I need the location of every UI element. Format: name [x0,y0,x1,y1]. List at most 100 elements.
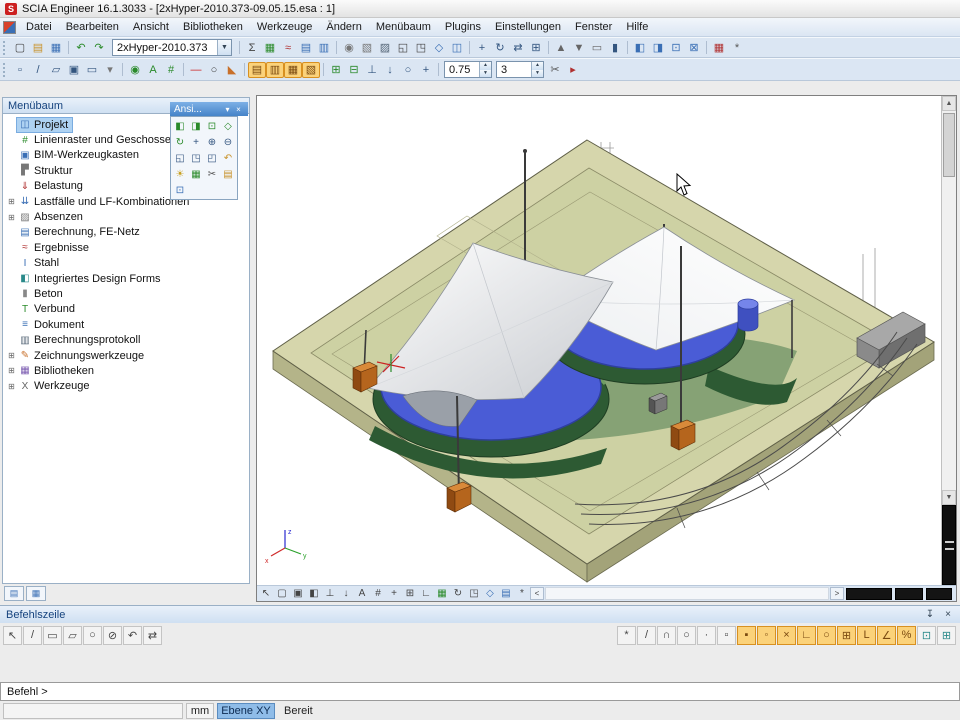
results-icon[interactable]: ≈ [279,40,297,56]
scroll-down-icon[interactable]: ▼ [942,490,956,505]
previous-view-icon[interactable]: ↶ [220,150,236,166]
command-input[interactable]: Befehl > [0,682,960,701]
menu-werkzeuge[interactable]: Werkzeuge [250,19,319,35]
light-icon[interactable]: ☀ [172,166,188,182]
activity-icon[interactable]: ◉ [340,40,358,56]
zoom-window-icon[interactable]: ◱ [394,40,412,56]
snap-node-icon[interactable]: ▫ [717,626,736,645]
color-settings-icon[interactable]: ▦ [710,40,728,56]
snap-circle-icon[interactable]: ○ [677,626,696,645]
separator[interactable] [180,62,187,78]
section-view-icon[interactable]: ▧ [302,62,320,78]
view-front-icon[interactable]: ◧ [172,118,188,134]
print-view-icon[interactable]: ▤ [498,587,514,601]
model-canvas[interactable]: z x y [257,96,941,585]
calculation-icon[interactable]: Σ [243,40,261,56]
separator[interactable] [241,62,248,78]
toolbar-grip[interactable] [3,41,8,55]
tree-item-absenzen[interactable]: ⊞ ▨ Absenzen [3,209,249,224]
pointer-icon[interactable]: ↖ [3,626,22,645]
expand-icon[interactable]: ⊞ [6,366,17,375]
toolbar-grip[interactable] [3,63,8,77]
tree-item-zeichnungswerkzeuge[interactable]: ⊞ ✎ Zeichnungswerkzeuge [3,348,249,363]
separator[interactable] [435,62,442,78]
layer-manager-icon[interactable]: ▤ [248,62,266,78]
snap-angle-icon[interactable]: ∠ [877,626,896,645]
palette-dropdown-icon[interactable]: ▾ [222,105,233,114]
zoom-selection-icon[interactable]: ◰ [204,150,220,166]
count-combo[interactable]: 3 ▲▼ [496,61,544,78]
expand-icon[interactable]: ⊞ [6,213,17,222]
mesh-refinement-icon[interactable]: ⊟ [345,62,363,78]
layers-icon[interactable]: ▧ [358,40,376,56]
zoom-all-icon[interactable]: ◳ [412,40,430,56]
print-screen-icon[interactable]: ⊡ [172,182,188,198]
zoom-in-icon[interactable]: ⊕ [204,134,220,150]
snap-midpoint-icon[interactable]: ◦ [757,626,776,645]
show-loads-icon[interactable]: ↓ [338,587,354,601]
menu-bearbeiten[interactable]: Bearbeiten [59,19,126,35]
hscroll-track[interactable] [545,587,829,600]
expand-icon[interactable]: ⊞ [6,382,17,391]
tree-item-stahl[interactable]: I Stahl [3,256,249,271]
show-grid-icon[interactable]: ⊞ [402,587,418,601]
tree-item-design-forms[interactable]: ◧ Integriertes Design Forms [3,271,249,286]
scale-combo[interactable]: 0.75 ▲▼ [444,61,492,78]
tree-item-berechnung[interactable]: ▤ Berechnung, FE-Netz [3,225,249,240]
show-supports-icon[interactable]: ⊥ [322,587,338,601]
named-view-icon[interactable]: ◇ [430,40,448,56]
line-tool-icon[interactable]: — [187,62,205,78]
menu-ansicht[interactable]: Ansicht [126,19,176,35]
hscroll-right-icon[interactable]: > [830,587,844,600]
select-polygon-mode-icon[interactable]: ▱ [63,626,82,645]
bring-forward-icon[interactable]: ▲ [552,40,570,56]
menu-einstellungen[interactable]: Einstellungen [488,19,568,35]
active-document-icon[interactable] [3,21,16,34]
snap-endpoint-icon[interactable]: ▪ [737,626,756,645]
menu-datei[interactable]: Datei [19,19,59,35]
timeline-segment[interactable] [895,588,923,600]
tree-item-dokument[interactable]: ≡ Dokument [3,317,249,332]
palette-close-icon[interactable]: × [233,105,244,114]
menu-plugins[interactable]: Plugins [438,19,488,35]
view-direction-icon[interactable]: ◇ [482,587,498,601]
redo-icon[interactable]: ↷ [90,40,108,56]
separator[interactable] [320,62,327,78]
hscroll-left-icon[interactable]: < [530,587,544,600]
previous-selection-icon[interactable]: ↶ [123,626,142,645]
select-circle-mode-icon[interactable]: ○ [83,626,102,645]
new-window-icon[interactable]: ◧ [631,40,649,56]
menu-bibliotheken[interactable]: Bibliotheken [176,19,250,35]
snap-grid-icon[interactable]: ⊞ [837,626,856,645]
relative-coords-icon[interactable]: ⊞ [937,626,956,645]
snap-length-icon[interactable]: L [857,626,876,645]
undo-icon[interactable]: ↶ [72,40,90,56]
select-line-mode-icon[interactable]: / [23,626,42,645]
panel-tab-tree-icon[interactable]: ▤ [4,586,24,601]
activity-by-layer-icon[interactable]: ▥ [266,62,284,78]
engineering-report-icon[interactable]: ▤ [297,40,315,56]
select-by-polygon-icon[interactable]: ▱ [47,62,65,78]
separator[interactable] [545,40,552,56]
timeline-segment[interactable] [926,588,952,600]
visibility-icon[interactable]: ◉ [126,62,144,78]
cut-icon[interactable]: ✂ [546,62,564,78]
local-axes-icon[interactable]: + [417,62,435,78]
snap-intersection-icon[interactable]: × [777,626,796,645]
zoom-all2-icon[interactable]: ◳ [188,150,204,166]
clip-slider[interactable] [942,505,956,585]
tree-item-berechnungsprotokoll[interactable]: ▥ Berechnungsprotokoll [3,332,249,347]
save-project-icon[interactable]: ▦ [47,40,65,56]
fe-mesh-icon[interactable]: ▦ [261,40,279,56]
timeline-segment[interactable] [846,588,892,600]
perspective-icon[interactable]: ◫ [448,40,466,56]
snap-percent-icon[interactable]: % [897,626,916,645]
separator[interactable] [466,40,473,56]
count-spinner[interactable]: ▲▼ [531,62,543,77]
options-icon[interactable]: * [728,40,746,56]
show-local-axes-icon[interactable]: + [386,587,402,601]
snap-line-icon[interactable]: / [637,626,656,645]
select-rect-mode-icon[interactable]: ▭ [43,626,62,645]
copy-icon[interactable]: ⊞ [527,40,545,56]
clipping-box-icon[interactable]: ▦ [284,62,302,78]
